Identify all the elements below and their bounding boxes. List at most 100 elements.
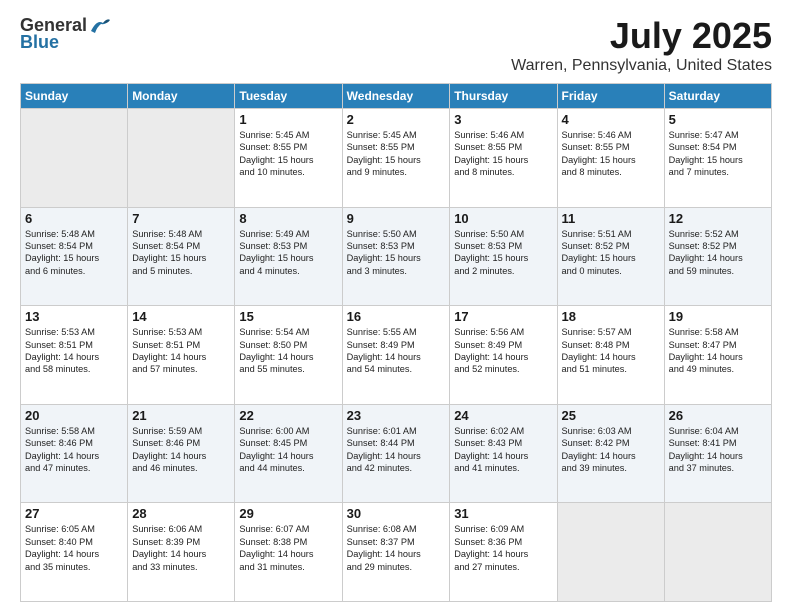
table-row: 25Sunrise: 6:03 AM Sunset: 8:42 PM Dayli… (557, 404, 664, 503)
day-number: 12 (669, 211, 767, 226)
day-info: Sunrise: 5:50 AM Sunset: 8:53 PM Dayligh… (347, 228, 446, 278)
table-row: 17Sunrise: 5:56 AM Sunset: 8:49 PM Dayli… (450, 306, 557, 405)
table-row: 20 Sunrise: 5:58 AM Sunset: 8:46 PM Dayli… (21, 404, 128, 503)
col-thursday: Thursday (450, 84, 557, 109)
day-info: Sunrise: 5:55 AM Sunset: 8:49 PM Dayligh… (347, 326, 446, 376)
table-row: 21 Sunrise: 5:59 AM Sunset: 8:46 PM Dayli… (128, 404, 235, 503)
day-info: Sunrise: 6:05 AM Sunset: 8:40 PM Dayligh… (25, 523, 123, 573)
table-row: 16 Sunrise: 5:55 AM Sunset: 8:49 PM Dayli… (342, 306, 450, 405)
table-row: 24 Sunrise: 6:02 AM Sunset: 8:43 PM Dayli… (450, 404, 557, 503)
col-tuesday: Tuesday (235, 84, 342, 109)
table-row: 15 Sunrise: 5:54 AM Sunset: 8:50 PM Dayli… (235, 306, 342, 405)
table-row: 23 Sunrise: 6:01 AM Sunset: 8:44 PM Dayli… (342, 404, 450, 503)
calendar-week-row: 13Sunrise: 5:53 AM Sunset: 8:51 PM Dayli… (21, 306, 772, 405)
day-number: 19 (669, 309, 767, 324)
day-number: 20 (25, 408, 123, 423)
day-number: 4 (562, 112, 660, 127)
table-row: 10 Sunrise: 5:50 AM Sunset: 8:53 PM Dayli… (450, 207, 557, 306)
col-monday: Monday (128, 84, 235, 109)
table-row: 27 Sunrise: 6:05 AM Sunset: 8:40 PM Dayli… (21, 503, 128, 602)
calendar-week-row: 27 Sunrise: 6:05 AM Sunset: 8:40 PM Dayli… (21, 503, 772, 602)
table-row: 3 Sunrise: 5:46 AM Sunset: 8:55 PM Daylig… (450, 109, 557, 208)
day-number: 1 (239, 112, 337, 127)
day-info: Sunrise: 5:48 AM Sunset: 8:54 PM Dayligh… (132, 228, 230, 278)
day-number: 6 (25, 211, 123, 226)
day-info: Sunrise: 5:57 AM Sunset: 8:48 PM Dayligh… (562, 326, 660, 376)
day-number: 3 (454, 112, 552, 127)
day-number: 18 (562, 309, 660, 324)
table-row: 26 Sunrise: 6:04 AM Sunset: 8:41 PM Dayli… (664, 404, 771, 503)
day-info: Sunrise: 6:02 AM Sunset: 8:43 PM Dayligh… (454, 425, 552, 475)
table-row (21, 109, 128, 208)
day-number: 28 (132, 506, 230, 521)
day-info: Sunrise: 5:50 AM Sunset: 8:53 PM Dayligh… (454, 228, 552, 278)
table-row: 7Sunrise: 5:48 AM Sunset: 8:54 PM Daylig… (128, 207, 235, 306)
day-info: Sunrise: 6:08 AM Sunset: 8:37 PM Dayligh… (347, 523, 446, 573)
table-row (664, 503, 771, 602)
day-number: 9 (347, 211, 446, 226)
table-row: 30 Sunrise: 6:08 AM Sunset: 8:37 PM Dayli… (342, 503, 450, 602)
day-number: 30 (347, 506, 446, 521)
day-info: Sunrise: 5:51 AM Sunset: 8:52 PM Dayligh… (562, 228, 660, 278)
title-block: July 2025 Warren, Pennsylvania, United S… (511, 15, 772, 75)
day-number: 10 (454, 211, 552, 226)
table-row: 14Sunrise: 5:53 AM Sunset: 8:51 PM Dayli… (128, 306, 235, 405)
table-row: 8 Sunrise: 5:49 AM Sunset: 8:53 PM Daylig… (235, 207, 342, 306)
day-number: 14 (132, 309, 230, 324)
table-row: 12Sunrise: 5:52 AM Sunset: 8:52 PM Dayli… (664, 207, 771, 306)
col-wednesday: Wednesday (342, 84, 450, 109)
day-number: 23 (347, 408, 446, 423)
day-number: 25 (562, 408, 660, 423)
table-row: 28Sunrise: 6:06 AM Sunset: 8:39 PM Dayli… (128, 503, 235, 602)
table-row: 1 Sunrise: 5:45 AM Sunset: 8:55 PM Daylig… (235, 109, 342, 208)
day-number: 22 (239, 408, 337, 423)
day-info: Sunrise: 5:56 AM Sunset: 8:49 PM Dayligh… (454, 326, 552, 376)
day-info: Sunrise: 5:58 AM Sunset: 8:47 PM Dayligh… (669, 326, 767, 376)
day-number: 26 (669, 408, 767, 423)
table-row: 2Sunrise: 5:45 AM Sunset: 8:55 PM Daylig… (342, 109, 450, 208)
day-info: Sunrise: 6:01 AM Sunset: 8:44 PM Dayligh… (347, 425, 446, 475)
day-info: Sunrise: 5:47 AM Sunset: 8:54 PM Dayligh… (669, 129, 767, 179)
table-row: 13Sunrise: 5:53 AM Sunset: 8:51 PM Dayli… (21, 306, 128, 405)
day-number: 24 (454, 408, 552, 423)
day-info: Sunrise: 6:04 AM Sunset: 8:41 PM Dayligh… (669, 425, 767, 475)
day-info: Sunrise: 5:46 AM Sunset: 8:55 PM Dayligh… (562, 129, 660, 179)
table-row: 11Sunrise: 5:51 AM Sunset: 8:52 PM Dayli… (557, 207, 664, 306)
day-number: 16 (347, 309, 446, 324)
table-row: 31 Sunrise: 6:09 AM Sunset: 8:36 PM Dayli… (450, 503, 557, 602)
logo-blue-text: Blue (20, 32, 59, 53)
table-row: 18 Sunrise: 5:57 AM Sunset: 8:48 PM Dayli… (557, 306, 664, 405)
day-number: 13 (25, 309, 123, 324)
table-row (128, 109, 235, 208)
calendar-subtitle: Warren, Pennsylvania, United States (511, 57, 772, 75)
day-info: Sunrise: 5:45 AM Sunset: 8:55 PM Dayligh… (347, 129, 446, 179)
col-saturday: Saturday (664, 84, 771, 109)
page-header: General Blue July 2025 Warren, Pennsylva… (20, 15, 772, 75)
day-number: 21 (132, 408, 230, 423)
day-info: Sunrise: 5:48 AM Sunset: 8:54 PM Dayligh… (25, 228, 123, 278)
day-info: Sunrise: 5:46 AM Sunset: 8:55 PM Dayligh… (454, 129, 552, 179)
calendar-week-row: 6 Sunrise: 5:48 AM Sunset: 8:54 PM Daylig… (21, 207, 772, 306)
day-number: 31 (454, 506, 552, 521)
logo-bird-icon (89, 17, 111, 35)
day-info: Sunrise: 6:09 AM Sunset: 8:36 PM Dayligh… (454, 523, 552, 573)
day-info: Sunrise: 6:07 AM Sunset: 8:38 PM Dayligh… (239, 523, 337, 573)
day-number: 27 (25, 506, 123, 521)
table-row: 22Sunrise: 6:00 AM Sunset: 8:45 PM Dayli… (235, 404, 342, 503)
table-row: 29Sunrise: 6:07 AM Sunset: 8:38 PM Dayli… (235, 503, 342, 602)
day-info: Sunrise: 5:54 AM Sunset: 8:50 PM Dayligh… (239, 326, 337, 376)
calendar-title: July 2025 (511, 15, 772, 57)
col-friday: Friday (557, 84, 664, 109)
table-row: 5Sunrise: 5:47 AM Sunset: 8:54 PM Daylig… (664, 109, 771, 208)
table-row (557, 503, 664, 602)
day-info: Sunrise: 5:58 AM Sunset: 8:46 PM Dayligh… (25, 425, 123, 475)
calendar-week-row: 1 Sunrise: 5:45 AM Sunset: 8:55 PM Daylig… (21, 109, 772, 208)
day-number: 15 (239, 309, 337, 324)
calendar-week-row: 20 Sunrise: 5:58 AM Sunset: 8:46 PM Dayli… (21, 404, 772, 503)
day-info: Sunrise: 5:59 AM Sunset: 8:46 PM Dayligh… (132, 425, 230, 475)
col-sunday: Sunday (21, 84, 128, 109)
calendar-table: Sunday Monday Tuesday Wednesday Thursday… (20, 83, 772, 602)
day-info: Sunrise: 5:45 AM Sunset: 8:55 PM Dayligh… (239, 129, 337, 179)
day-info: Sunrise: 5:49 AM Sunset: 8:53 PM Dayligh… (239, 228, 337, 278)
day-number: 8 (239, 211, 337, 226)
